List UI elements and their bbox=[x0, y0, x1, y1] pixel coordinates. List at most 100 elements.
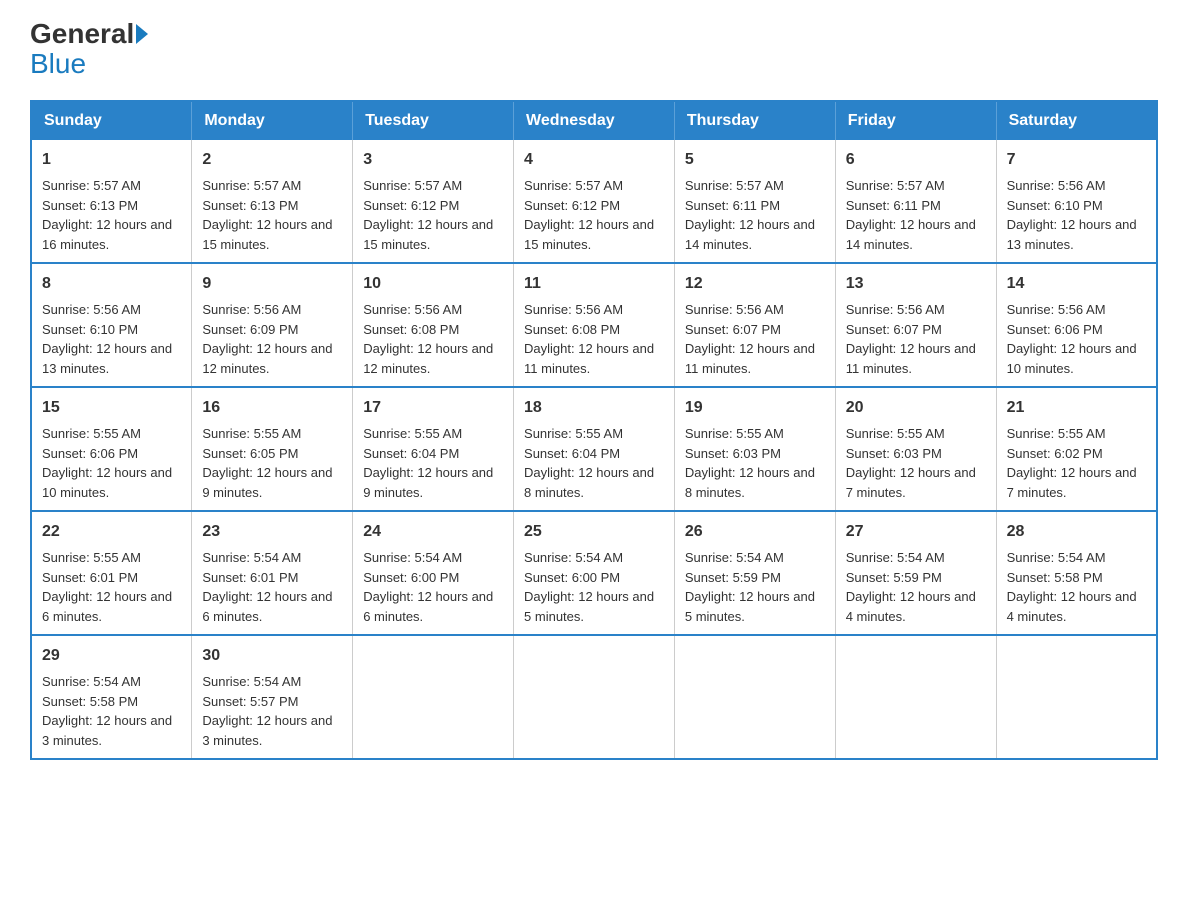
sunrise-info: Sunrise: 5:54 AM bbox=[363, 550, 462, 565]
daylight-info: Daylight: 12 hours and 11 minutes. bbox=[524, 341, 654, 376]
daylight-info: Daylight: 12 hours and 6 minutes. bbox=[202, 589, 332, 624]
calendar-cell: 25 Sunrise: 5:54 AM Sunset: 6:00 PM Dayl… bbox=[514, 511, 675, 635]
sunrise-info: Sunrise: 5:56 AM bbox=[42, 302, 141, 317]
calendar-cell: 1 Sunrise: 5:57 AM Sunset: 6:13 PM Dayli… bbox=[31, 140, 192, 263]
day-number: 26 bbox=[685, 520, 825, 544]
daylight-info: Daylight: 12 hours and 4 minutes. bbox=[1007, 589, 1137, 624]
sunrise-info: Sunrise: 5:54 AM bbox=[1007, 550, 1106, 565]
day-number: 16 bbox=[202, 396, 342, 420]
day-number: 6 bbox=[846, 148, 986, 172]
day-number: 21 bbox=[1007, 396, 1146, 420]
sunset-info: Sunset: 6:13 PM bbox=[202, 198, 298, 213]
sunset-info: Sunset: 6:07 PM bbox=[685, 322, 781, 337]
daylight-info: Daylight: 12 hours and 12 minutes. bbox=[202, 341, 332, 376]
sunset-info: Sunset: 6:02 PM bbox=[1007, 446, 1103, 461]
weekday-header-sunday: Sunday bbox=[31, 101, 192, 140]
sunset-info: Sunset: 6:09 PM bbox=[202, 322, 298, 337]
sunset-info: Sunset: 6:01 PM bbox=[202, 570, 298, 585]
sunrise-info: Sunrise: 5:55 AM bbox=[42, 426, 141, 441]
day-number: 30 bbox=[202, 644, 342, 668]
sunrise-info: Sunrise: 5:55 AM bbox=[685, 426, 784, 441]
calendar-cell: 11 Sunrise: 5:56 AM Sunset: 6:08 PM Dayl… bbox=[514, 263, 675, 387]
logo-general-text: General bbox=[30, 20, 134, 48]
calendar-cell: 9 Sunrise: 5:56 AM Sunset: 6:09 PM Dayli… bbox=[192, 263, 353, 387]
calendar-cell: 21 Sunrise: 5:55 AM Sunset: 6:02 PM Dayl… bbox=[996, 387, 1157, 511]
weekday-header-tuesday: Tuesday bbox=[353, 101, 514, 140]
sunset-info: Sunset: 6:08 PM bbox=[524, 322, 620, 337]
sunset-info: Sunset: 6:00 PM bbox=[524, 570, 620, 585]
sunrise-info: Sunrise: 5:54 AM bbox=[42, 674, 141, 689]
calendar-cell: 26 Sunrise: 5:54 AM Sunset: 5:59 PM Dayl… bbox=[674, 511, 835, 635]
day-number: 15 bbox=[42, 396, 181, 420]
sunset-info: Sunset: 5:57 PM bbox=[202, 694, 298, 709]
daylight-info: Daylight: 12 hours and 13 minutes. bbox=[42, 341, 172, 376]
day-number: 18 bbox=[524, 396, 664, 420]
day-number: 3 bbox=[363, 148, 503, 172]
calendar-cell: 22 Sunrise: 5:55 AM Sunset: 6:01 PM Dayl… bbox=[31, 511, 192, 635]
calendar-cell: 30 Sunrise: 5:54 AM Sunset: 5:57 PM Dayl… bbox=[192, 635, 353, 759]
sunset-info: Sunset: 6:03 PM bbox=[685, 446, 781, 461]
day-number: 17 bbox=[363, 396, 503, 420]
sunrise-info: Sunrise: 5:57 AM bbox=[42, 178, 141, 193]
sunrise-info: Sunrise: 5:57 AM bbox=[202, 178, 301, 193]
calendar-cell bbox=[835, 635, 996, 759]
daylight-info: Daylight: 12 hours and 13 minutes. bbox=[1007, 217, 1137, 252]
day-number: 14 bbox=[1007, 272, 1146, 296]
calendar-cell: 14 Sunrise: 5:56 AM Sunset: 6:06 PM Dayl… bbox=[996, 263, 1157, 387]
sunrise-info: Sunrise: 5:55 AM bbox=[42, 550, 141, 565]
daylight-info: Daylight: 12 hours and 7 minutes. bbox=[1007, 465, 1137, 500]
calendar-cell: 16 Sunrise: 5:55 AM Sunset: 6:05 PM Dayl… bbox=[192, 387, 353, 511]
daylight-info: Daylight: 12 hours and 16 minutes. bbox=[42, 217, 172, 252]
daylight-info: Daylight: 12 hours and 3 minutes. bbox=[42, 713, 172, 748]
calendar-table: SundayMondayTuesdayWednesdayThursdayFrid… bbox=[30, 100, 1158, 760]
day-number: 10 bbox=[363, 272, 503, 296]
weekday-header-saturday: Saturday bbox=[996, 101, 1157, 140]
sunset-info: Sunset: 6:04 PM bbox=[524, 446, 620, 461]
calendar-cell: 18 Sunrise: 5:55 AM Sunset: 6:04 PM Dayl… bbox=[514, 387, 675, 511]
calendar-cell: 27 Sunrise: 5:54 AM Sunset: 5:59 PM Dayl… bbox=[835, 511, 996, 635]
sunrise-info: Sunrise: 5:55 AM bbox=[1007, 426, 1106, 441]
weekday-header-friday: Friday bbox=[835, 101, 996, 140]
calendar-week-row: 22 Sunrise: 5:55 AM Sunset: 6:01 PM Dayl… bbox=[31, 511, 1157, 635]
calendar-week-row: 1 Sunrise: 5:57 AM Sunset: 6:13 PM Dayli… bbox=[31, 140, 1157, 263]
calendar-cell: 23 Sunrise: 5:54 AM Sunset: 6:01 PM Dayl… bbox=[192, 511, 353, 635]
sunset-info: Sunset: 5:58 PM bbox=[1007, 570, 1103, 585]
calendar-cell: 13 Sunrise: 5:56 AM Sunset: 6:07 PM Dayl… bbox=[835, 263, 996, 387]
daylight-info: Daylight: 12 hours and 9 minutes. bbox=[363, 465, 493, 500]
day-number: 20 bbox=[846, 396, 986, 420]
calendar-cell: 3 Sunrise: 5:57 AM Sunset: 6:12 PM Dayli… bbox=[353, 140, 514, 263]
calendar-week-row: 15 Sunrise: 5:55 AM Sunset: 6:06 PM Dayl… bbox=[31, 387, 1157, 511]
calendar-cell bbox=[514, 635, 675, 759]
sunrise-info: Sunrise: 5:55 AM bbox=[846, 426, 945, 441]
sunset-info: Sunset: 6:12 PM bbox=[363, 198, 459, 213]
calendar-cell: 19 Sunrise: 5:55 AM Sunset: 6:03 PM Dayl… bbox=[674, 387, 835, 511]
calendar-cell bbox=[674, 635, 835, 759]
calendar-cell bbox=[353, 635, 514, 759]
daylight-info: Daylight: 12 hours and 7 minutes. bbox=[846, 465, 976, 500]
daylight-info: Daylight: 12 hours and 11 minutes. bbox=[685, 341, 815, 376]
daylight-info: Daylight: 12 hours and 6 minutes. bbox=[42, 589, 172, 624]
day-number: 23 bbox=[202, 520, 342, 544]
sunrise-info: Sunrise: 5:56 AM bbox=[202, 302, 301, 317]
day-number: 24 bbox=[363, 520, 503, 544]
day-number: 7 bbox=[1007, 148, 1146, 172]
daylight-info: Daylight: 12 hours and 6 minutes. bbox=[363, 589, 493, 624]
daylight-info: Daylight: 12 hours and 14 minutes. bbox=[685, 217, 815, 252]
calendar-cell: 20 Sunrise: 5:55 AM Sunset: 6:03 PM Dayl… bbox=[835, 387, 996, 511]
day-number: 8 bbox=[42, 272, 181, 296]
sunrise-info: Sunrise: 5:54 AM bbox=[202, 674, 301, 689]
sunset-info: Sunset: 6:01 PM bbox=[42, 570, 138, 585]
sunset-info: Sunset: 5:59 PM bbox=[846, 570, 942, 585]
sunset-info: Sunset: 6:03 PM bbox=[846, 446, 942, 461]
sunrise-info: Sunrise: 5:56 AM bbox=[1007, 302, 1106, 317]
sunrise-info: Sunrise: 5:56 AM bbox=[685, 302, 784, 317]
daylight-info: Daylight: 12 hours and 5 minutes. bbox=[524, 589, 654, 624]
weekday-header-monday: Monday bbox=[192, 101, 353, 140]
calendar-cell: 24 Sunrise: 5:54 AM Sunset: 6:00 PM Dayl… bbox=[353, 511, 514, 635]
calendar-cell: 2 Sunrise: 5:57 AM Sunset: 6:13 PM Dayli… bbox=[192, 140, 353, 263]
day-number: 4 bbox=[524, 148, 664, 172]
sunset-info: Sunset: 6:06 PM bbox=[42, 446, 138, 461]
sunset-info: Sunset: 5:59 PM bbox=[685, 570, 781, 585]
sunset-info: Sunset: 6:10 PM bbox=[42, 322, 138, 337]
sunset-info: Sunset: 6:08 PM bbox=[363, 322, 459, 337]
